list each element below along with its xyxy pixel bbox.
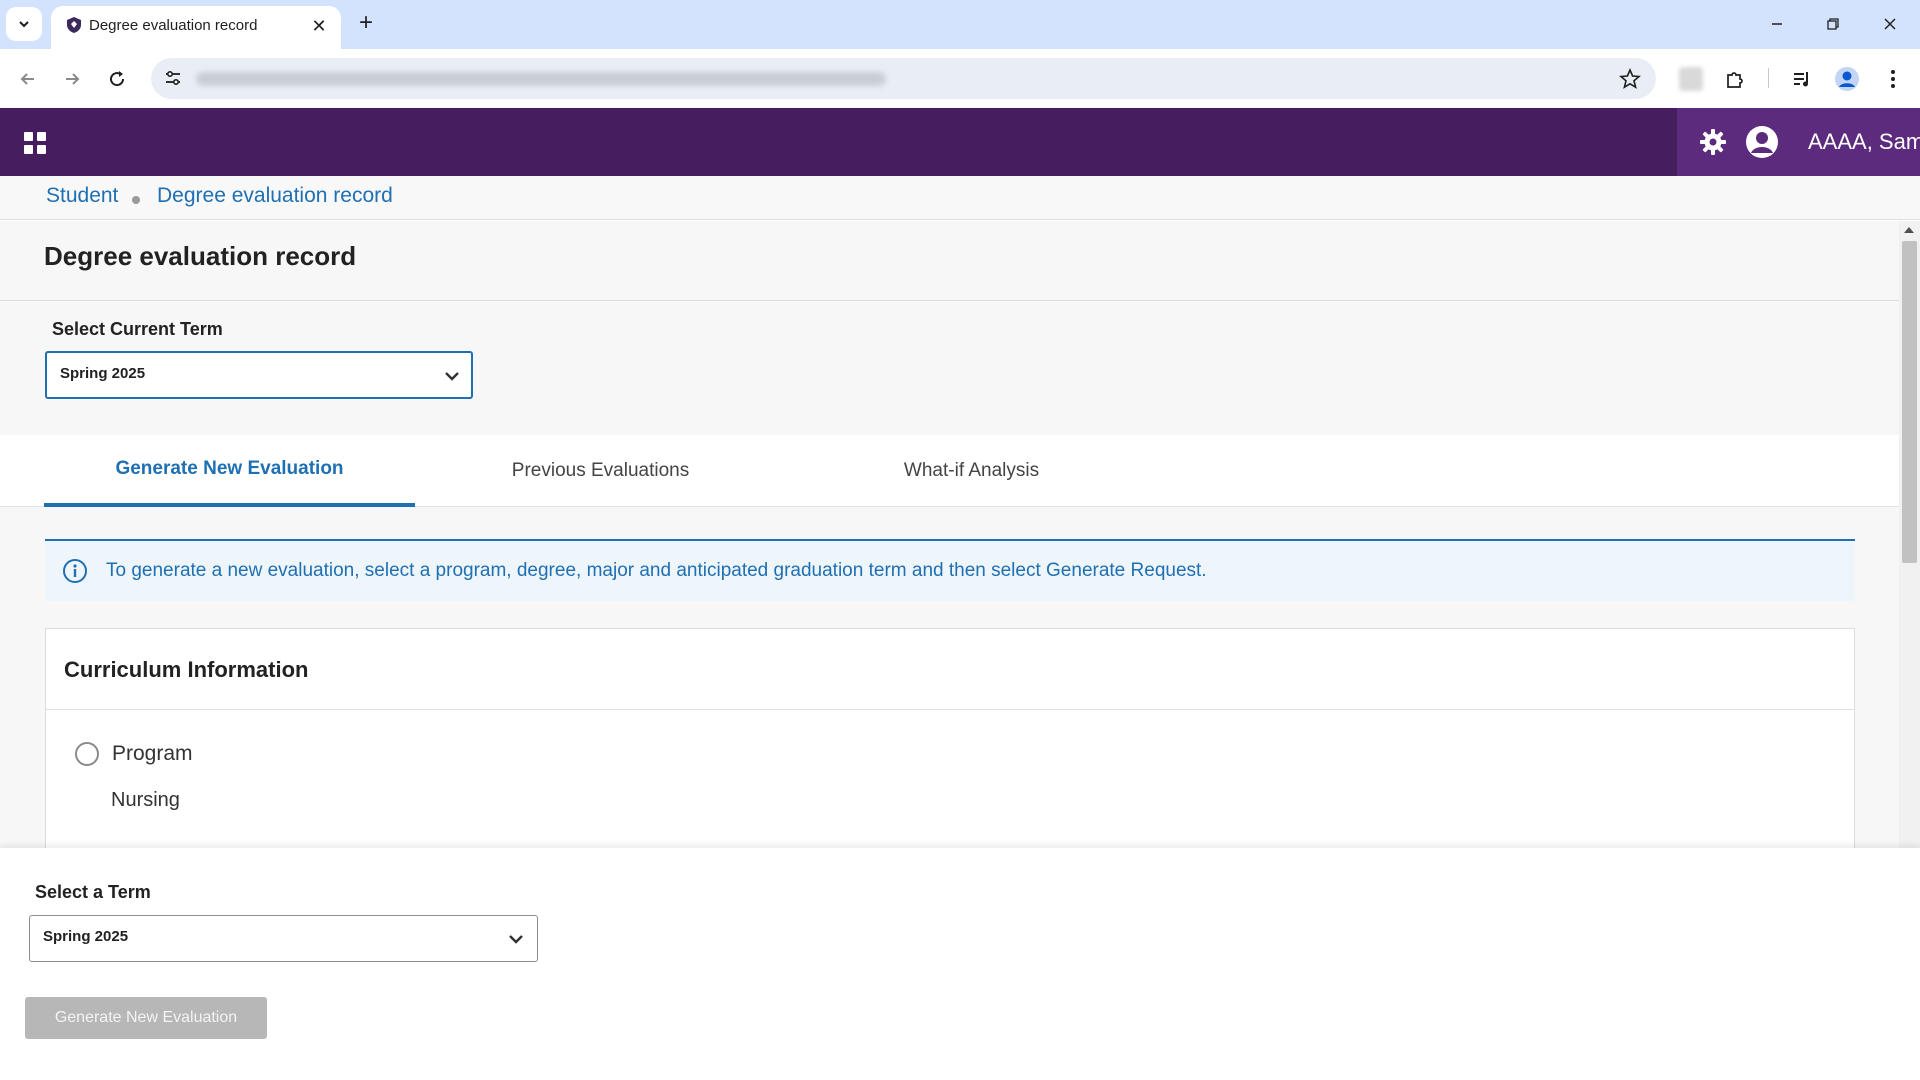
- info-icon: [63, 559, 87, 583]
- restore-icon[interactable]: [1813, 8, 1853, 40]
- info-banner-text: To generate a new evaluation, select a p…: [106, 560, 1207, 581]
- program-radio-label[interactable]: Program: [112, 742, 193, 766]
- user-name[interactable]: AAAA, Sam: [1808, 129, 1920, 155]
- shield-favicon-icon: [67, 17, 81, 33]
- close-tab-icon[interactable]: ✕: [307, 14, 331, 38]
- browser-tab-strip: Degree evaluation record ✕ +: [0, 0, 1920, 49]
- forward-arrow-icon[interactable]: [56, 63, 88, 95]
- chevron-down-icon: [509, 935, 523, 944]
- url-text-redacted: [196, 72, 886, 86]
- app-header: AAAA, Sam: [0, 108, 1920, 176]
- term-select-label: Select a Term: [35, 882, 151, 902]
- bookmark-star-icon[interactable]: [1618, 67, 1642, 91]
- profile-avatar-icon[interactable]: [1831, 63, 1863, 95]
- program-value: Nursing: [111, 789, 180, 811]
- chevron-down-icon: [445, 372, 459, 381]
- page-title: Degree evaluation record: [44, 241, 357, 271]
- address-bar[interactable]: [151, 58, 1656, 99]
- tab-generate-new-evaluation[interactable]: Generate New Evaluation: [44, 435, 415, 507]
- browser-menu-icon[interactable]: [1877, 63, 1909, 95]
- scroll-up-arrow-icon[interactable]: [1904, 227, 1914, 233]
- extensions-puzzle-icon[interactable]: [1719, 63, 1751, 95]
- term-select-value: Spring 2025: [43, 928, 129, 945]
- tab-what-if-analysis[interactable]: What-if Analysis: [786, 435, 1157, 507]
- reload-icon[interactable]: [101, 63, 133, 95]
- page-scrollbar[interactable]: [1899, 221, 1920, 848]
- tab-search-button[interactable]: [6, 7, 42, 41]
- current-term-select[interactable]: Spring 2025: [45, 351, 473, 399]
- divider: [0, 300, 1899, 301]
- main-content: Degree evaluation record Select Current …: [0, 221, 1899, 848]
- site-settings-icon[interactable]: [163, 68, 183, 88]
- scrollbar-thumb[interactable]: [1902, 241, 1917, 563]
- breadcrumb-current[interactable]: Degree evaluation record: [157, 184, 393, 208]
- term-select[interactable]: Spring 2025: [29, 915, 538, 962]
- app-menu-grid-icon[interactable]: [24, 132, 46, 154]
- curriculum-title: Curriculum Information: [64, 657, 309, 682]
- tab-previous-evaluations[interactable]: Previous Evaluations: [415, 435, 786, 507]
- current-term-label: Select Current Term: [52, 319, 223, 339]
- header-user-area: AAAA, Sam: [1677, 108, 1920, 176]
- chevron-down-icon: [19, 21, 29, 28]
- generate-new-evaluation-button[interactable]: Generate New Evaluation: [25, 997, 267, 1039]
- media-controls-icon[interactable]: [1786, 63, 1818, 95]
- current-term-value: Spring 2025: [60, 365, 146, 382]
- toolbar-separator: [1768, 68, 1769, 88]
- minimize-icon[interactable]: [1757, 8, 1797, 40]
- breadcrumb-separator: [132, 196, 140, 204]
- tab-title: Degree evaluation record: [89, 17, 258, 34]
- close-window-icon[interactable]: [1870, 8, 1910, 40]
- gear-icon[interactable]: [1699, 128, 1727, 156]
- info-banner: To generate a new evaluation, select a p…: [45, 539, 1855, 601]
- browser-tab[interactable]: Degree evaluation record ✕: [51, 6, 341, 49]
- evaluation-tabs: Generate New Evaluation Previous Evaluat…: [0, 435, 1899, 507]
- breadcrumb-student-link[interactable]: Student: [46, 184, 118, 208]
- browser-toolbar: [0, 49, 1920, 108]
- back-arrow-icon[interactable]: [12, 63, 44, 95]
- curriculum-card: Curriculum Information Program Nursing: [45, 628, 1855, 848]
- divider: [46, 709, 1854, 710]
- program-radio[interactable]: [75, 742, 99, 766]
- user-avatar-icon[interactable]: [1745, 125, 1779, 159]
- generate-footer: Select a Term Spring 2025 Generate New E…: [0, 848, 1920, 1080]
- new-tab-button[interactable]: +: [352, 9, 380, 37]
- breadcrumb: Student Degree evaluation record: [0, 176, 1920, 220]
- extension-icon-redacted[interactable]: [1679, 67, 1703, 91]
